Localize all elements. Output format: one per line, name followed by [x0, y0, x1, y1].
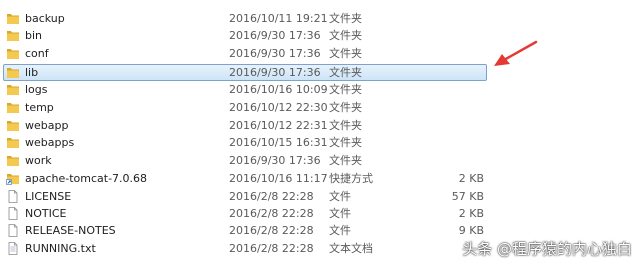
file-date: 2016/2/8 22:28: [229, 190, 314, 203]
file-row[interactable]: RELEASE-NOTES 2016/2/8 22:28 文件 9 KB: [3, 222, 487, 239]
file-row[interactable]: conf 2016/9/30 17:36 文件夹: [3, 45, 487, 62]
folder-icon: [7, 31, 19, 41]
file-row[interactable]: webapp 2016/10/12 22:31 文件夹: [3, 117, 487, 134]
file-type: 文件夹: [329, 29, 362, 42]
file-row[interactable]: work 2016/9/30 17:36 文件夹: [3, 152, 487, 169]
file-row[interactable]: backup 2016/10/11 19:21 文件夹: [3, 10, 487, 27]
file-date: 2016/2/8 22:28: [229, 224, 314, 237]
file-date: 2016/10/12 22:30: [229, 101, 328, 114]
file-name: temp: [25, 101, 54, 114]
file-name: conf: [25, 47, 49, 60]
file-icon: [8, 190, 18, 203]
file-type: 文件: [329, 224, 351, 237]
file-icon: [8, 224, 18, 237]
file-date: 2016/2/8 22:28: [229, 207, 314, 220]
file-name: webapp: [25, 119, 69, 132]
file-date: 2016/9/30 17:36: [229, 47, 321, 60]
file-name: NOTICE: [25, 207, 67, 220]
text-file-icon: [8, 242, 18, 255]
file-name: lib: [25, 66, 39, 79]
file-type: 文件: [329, 207, 351, 220]
file-row[interactable]: NOTICE 2016/2/8 22:28 文件 2 KB: [3, 205, 487, 222]
folder-icon: [7, 49, 19, 59]
file-name: RUNNING.txt: [25, 242, 96, 255]
annotation-arrow: [494, 40, 538, 66]
file-list: backup 2016/10/11 19:21 文件夹 bin 2016/9/30 17…: [0, 0, 640, 262]
file-date: 2016/10/16 10:09: [229, 83, 328, 96]
file-name: LICENSE: [25, 190, 72, 203]
folder-icon: [7, 103, 19, 113]
file-date: 2016/10/15 16:31: [229, 136, 328, 149]
file-date: 2016/9/30 17:36: [229, 154, 321, 167]
shortcut-icon: [6, 174, 19, 185]
file-type: 文件夹: [329, 101, 362, 114]
file-name: work: [25, 154, 52, 167]
file-type: 文件夹: [329, 66, 362, 79]
file-size: 2 KB: [458, 172, 484, 185]
folder-icon: [7, 156, 19, 166]
file-name: apache-tomcat-7.0.68: [25, 172, 148, 185]
file-size: 2 KB: [458, 207, 484, 220]
file-icon: [8, 207, 18, 220]
file-type: 文件夹: [329, 119, 362, 132]
file-type: 文件夹: [329, 154, 362, 167]
folder-icon: [7, 85, 19, 95]
file-row[interactable]: logs 2016/10/16 10:09 文件夹: [3, 81, 487, 98]
file-name: RELEASE-NOTES: [25, 224, 116, 237]
file-type: 快捷方式: [329, 172, 373, 185]
file-date: 2016/10/16 11:17: [229, 172, 328, 185]
file-row[interactable]: temp 2016/10/12 22:30 文件夹: [3, 99, 487, 116]
file-size: 57 KB: [451, 190, 484, 203]
file-row[interactable]: LICENSE 2016/2/8 22:28 文件 57 KB: [3, 188, 487, 205]
folder-icon: [7, 14, 19, 24]
file-row[interactable]: apache-tomcat-7.0.68 2016/10/16 11:17 快捷方式…: [3, 170, 487, 187]
file-name: webapps: [25, 136, 75, 149]
file-type: 文本文档: [329, 242, 373, 255]
file-row[interactable]: webapps 2016/10/15 16:31 文件夹: [3, 134, 487, 151]
file-name: backup: [25, 12, 65, 25]
file-date: 2016/9/30 17:36: [229, 66, 321, 79]
file-type: 文件夹: [329, 12, 362, 25]
file-date: 2016/10/12 22:31: [229, 119, 328, 132]
folder-icon: [7, 121, 19, 131]
watermark: 头条 @程序猿的内心独白: [462, 240, 632, 258]
file-type: 文件夹: [329, 47, 362, 60]
file-row[interactable]: RUNNING.txt 2016/2/8 22:28 文本文档: [3, 240, 487, 257]
folder-icon: [7, 68, 19, 78]
file-type: 文件夹: [329, 83, 362, 96]
file-date: 2016/10/11 19:21: [229, 12, 328, 25]
file-row[interactable]: bin 2016/9/30 17:36 文件夹: [3, 27, 487, 44]
folder-icon: [7, 138, 19, 148]
file-name: logs: [25, 83, 48, 96]
file-date: 2016/9/30 17:36: [229, 29, 321, 42]
file-name: bin: [25, 29, 43, 42]
file-size: 9 KB: [458, 224, 484, 237]
file-type: 文件夹: [329, 136, 362, 149]
file-type: 文件: [329, 190, 351, 203]
file-row[interactable]: lib 2016/9/30 17:36 文件夹: [3, 64, 487, 81]
file-date: 2016/2/8 22:28: [229, 242, 314, 255]
